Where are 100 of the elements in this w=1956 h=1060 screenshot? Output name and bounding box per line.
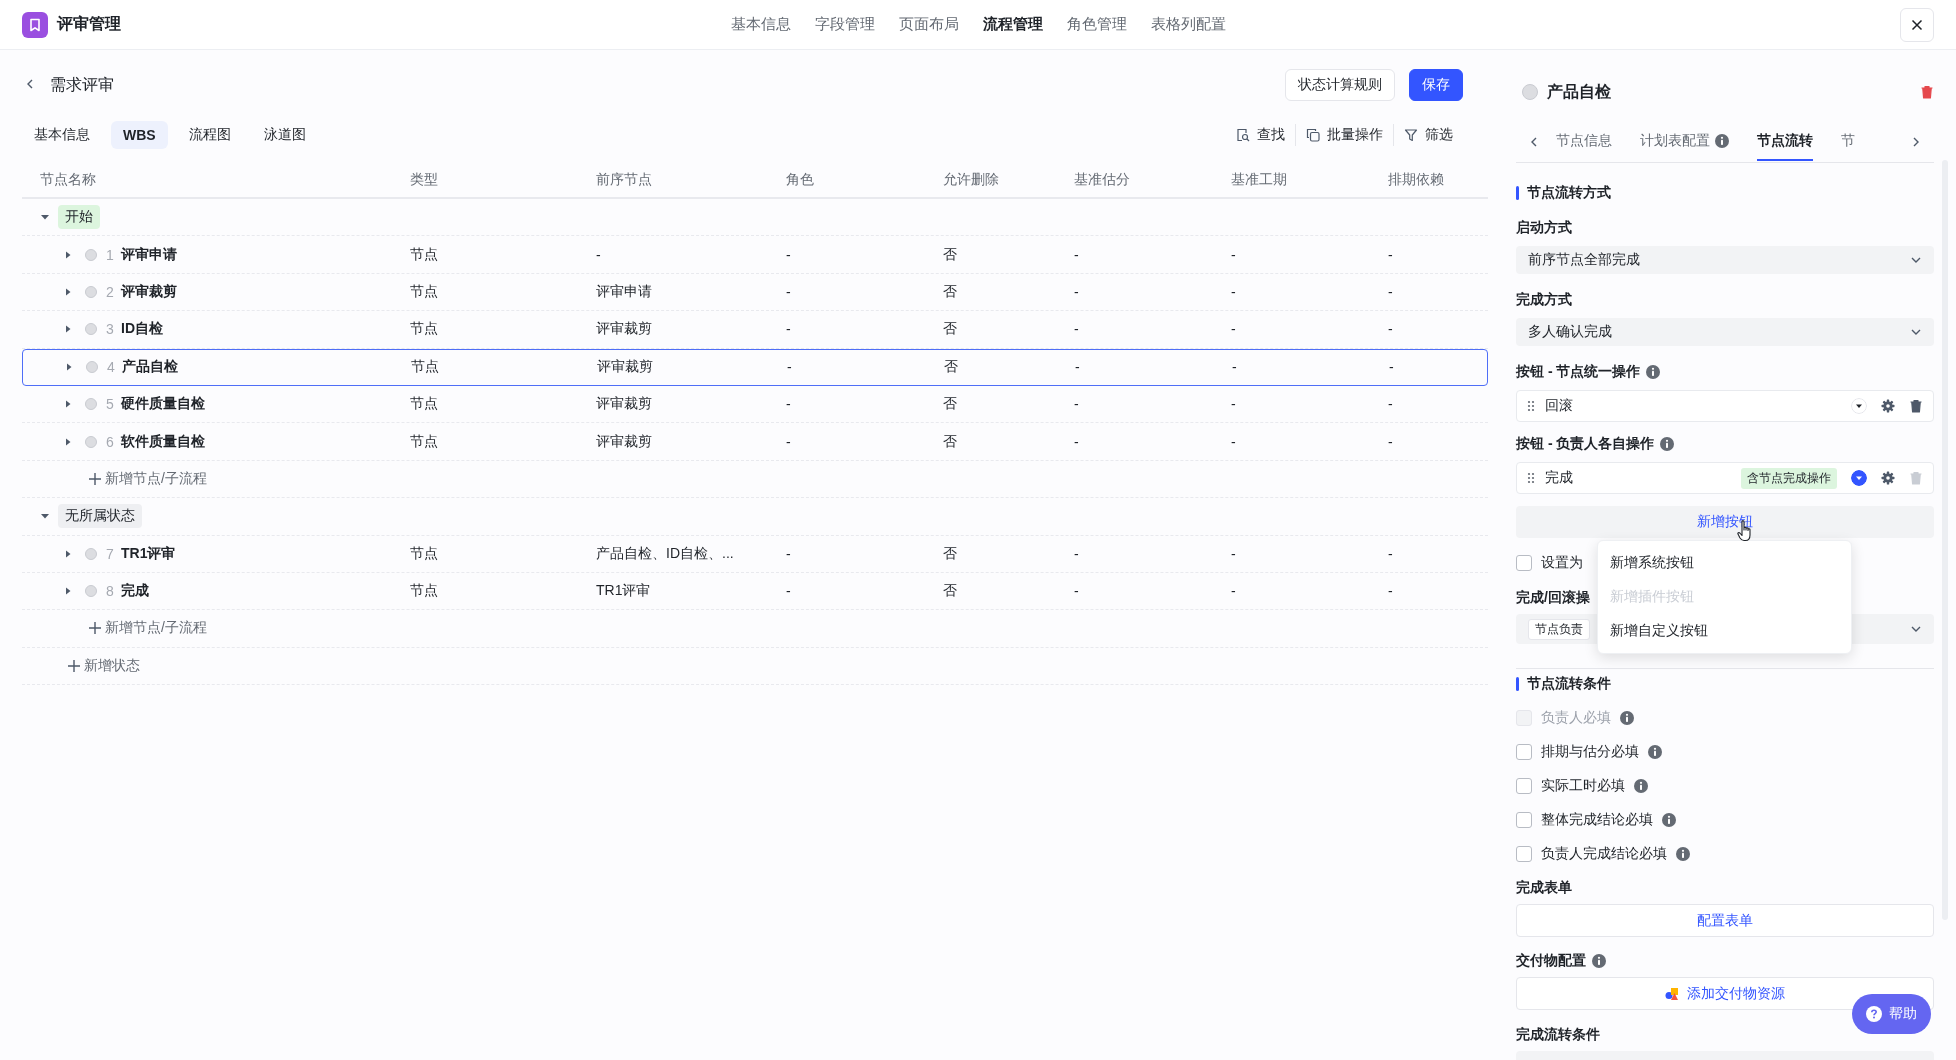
node-name[interactable]: 评审裁剪 <box>121 282 177 301</box>
field-label: 完成流转条件 <box>1516 1026 1600 1044</box>
expand-icon[interactable] <box>64 362 74 373</box>
expand-icon[interactable] <box>63 436 73 447</box>
table-cell-text: - <box>1074 359 1081 376</box>
close-icon[interactable] <box>1911 18 1923 31</box>
table-cell-text: 节点 <box>409 582 439 601</box>
dropdown-icon[interactable] <box>1851 470 1867 486</box>
save-button[interactable]: 保存 <box>1409 69 1463 101</box>
table-row[interactable]: 3 ID自检 节点 评审裁剪 - 否 - - - <box>22 311 1488 349</box>
detail-tab[interactable]: 节 <box>1841 123 1855 161</box>
checkbox-label: 负责人完成结论必填 <box>1541 845 1667 863</box>
table-cell-text: 否 <box>942 282 958 301</box>
detail-tab[interactable]: 计划表配置 <box>1640 123 1729 161</box>
toolbar-button[interactable]: 批量操作 <box>1296 126 1393 144</box>
rules-button[interactable]: 状态计算规则 <box>1285 69 1395 101</box>
status-dot <box>1522 84 1538 100</box>
table-row[interactable]: 7 TR1评审 节点 产品自检、ID自检、... - 否 - - - <box>22 535 1488 573</box>
button-entry[interactable]: 回滚 <box>1516 390 1934 422</box>
detail-tab[interactable]: 节点流转 <box>1757 123 1813 161</box>
toolbar-button[interactable]: 查找 <box>1226 126 1295 144</box>
nav-tab[interactable]: 流程管理 <box>982 15 1043 34</box>
drag-handle-icon[interactable] <box>1527 400 1535 412</box>
view-tab[interactable]: 泳道图 <box>251 120 318 150</box>
table-cell-text: - <box>1073 246 1080 263</box>
configure-form-button[interactable]: 配置表单 <box>1516 904 1934 937</box>
nav-tab[interactable]: 字段管理 <box>814 15 875 34</box>
drag-handle-icon[interactable] <box>1527 472 1535 484</box>
state-tag[interactable]: 开始 <box>58 205 100 230</box>
node-name[interactable]: 软件质量自检 <box>121 432 205 451</box>
button-entry[interactable]: 完成 含节点完成操作 <box>1516 462 1934 494</box>
menu-item[interactable]: 新增系统按钮 <box>1598 546 1851 580</box>
detail-tab[interactable]: 节点信息 <box>1556 123 1612 161</box>
table-row[interactable]: 2 评审裁剪 节点 评审申请 - 否 - - - <box>22 273 1488 312</box>
help-button[interactable]: 帮助 <box>1852 994 1931 1034</box>
expand-icon[interactable] <box>63 324 73 335</box>
help-icon[interactable] <box>1866 1006 1882 1022</box>
settings-icon[interactable] <box>1881 471 1895 485</box>
field-label: 完成方式 <box>1516 290 1573 309</box>
nav-tab[interactable]: 角色管理 <box>1066 15 1127 34</box>
table-row[interactable]: 5 硬件质量自检 节点 评审裁剪 - 否 - - - <box>22 385 1488 424</box>
close-button[interactable] <box>1900 7 1934 42</box>
table-cell-text: - <box>1073 396 1080 413</box>
table-cell-text: 节点 <box>409 432 439 451</box>
checkbox[interactable] <box>1516 778 1532 794</box>
add-node-link[interactable]: 新增节点/子流程 <box>89 469 400 488</box>
table-row[interactable]: 4 产品自检 节点 评审裁剪 - 否 - - - <box>22 348 1488 386</box>
table-row[interactable]: 6 软件质量自检 节点 评审裁剪 - 否 - - - <box>22 423 1488 461</box>
node-name[interactable]: TR1评审 <box>121 544 176 563</box>
plus-icon[interactable] <box>68 659 80 672</box>
view-tab[interactable]: WBS <box>111 121 168 149</box>
toolbar-button[interactable]: 筛选 <box>1394 126 1463 144</box>
status-dot <box>85 435 97 448</box>
state-tag[interactable]: 无所属状态 <box>58 504 142 529</box>
view-tab[interactable]: 流程图 <box>176 120 243 150</box>
node-name[interactable]: 产品自检 <box>122 358 178 377</box>
node-name[interactable]: 硬件质量自检 <box>121 395 205 414</box>
table-cell-text: - <box>1230 433 1237 450</box>
expand-icon[interactable] <box>63 586 73 597</box>
row-number: 5 <box>106 396 115 413</box>
settings-icon[interactable] <box>1881 399 1895 413</box>
expand-icon[interactable] <box>63 548 73 559</box>
expand-icon[interactable] <box>63 286 73 297</box>
select-field[interactable]: 前序节点全部完成 <box>1516 246 1934 274</box>
view-tab[interactable]: 基本信息 <box>22 120 102 150</box>
table-cell-text: 节点 <box>410 358 440 377</box>
add-state-link[interactable]: 新增状态 <box>68 656 400 675</box>
checkbox[interactable] <box>1516 744 1532 760</box>
nav-tab[interactable]: 页面布局 <box>898 15 959 34</box>
add-node-link[interactable]: 新增节点/子流程 <box>89 619 400 638</box>
nav-tab[interactable]: 基本信息 <box>730 15 791 34</box>
table-cell-text: - <box>785 283 792 300</box>
nav-tab[interactable]: 表格列配置 <box>1150 15 1226 34</box>
checkbox[interactable] <box>1516 555 1532 571</box>
expand-icon[interactable] <box>63 399 73 410</box>
info-icon <box>1662 813 1676 827</box>
checkbox[interactable] <box>1516 812 1532 828</box>
column-header: 角色 <box>785 171 815 189</box>
table-cell-text: - <box>1230 396 1237 413</box>
select-field[interactable]: 多人确认完成 <box>1516 318 1934 346</box>
table-row[interactable]: 8 完成 节点 TR1评审 - 否 - - - <box>22 572 1488 611</box>
table-cell-text: - <box>785 246 792 263</box>
table-row[interactable]: 1 评审申请 节点 - - 否 - - - <box>22 236 1488 274</box>
node-name[interactable]: 评审申请 <box>121 245 177 264</box>
checkbox[interactable] <box>1516 846 1532 862</box>
plus-icon[interactable] <box>89 472 101 485</box>
delete-icon[interactable] <box>1909 399 1923 413</box>
node-name[interactable]: ID自检 <box>121 320 163 339</box>
menu-item[interactable]: 新增自定义按钮 <box>1598 614 1851 648</box>
table-cell-text: 评审申请 <box>595 282 653 301</box>
expand-icon[interactable] <box>63 249 73 260</box>
delete-icon[interactable] <box>1920 85 1934 99</box>
node-title: 产品自检 <box>1547 81 1611 102</box>
table-cell-text: 评审裁剪 <box>596 358 654 377</box>
table-cell-text: 否 <box>943 358 959 377</box>
plus-icon[interactable] <box>89 622 101 635</box>
table-cell-text: - <box>1387 396 1394 413</box>
table-cell-text: - <box>1073 283 1080 300</box>
node-name[interactable]: 完成 <box>121 582 149 601</box>
section-heading: 节点流转条件 <box>1527 675 1611 693</box>
